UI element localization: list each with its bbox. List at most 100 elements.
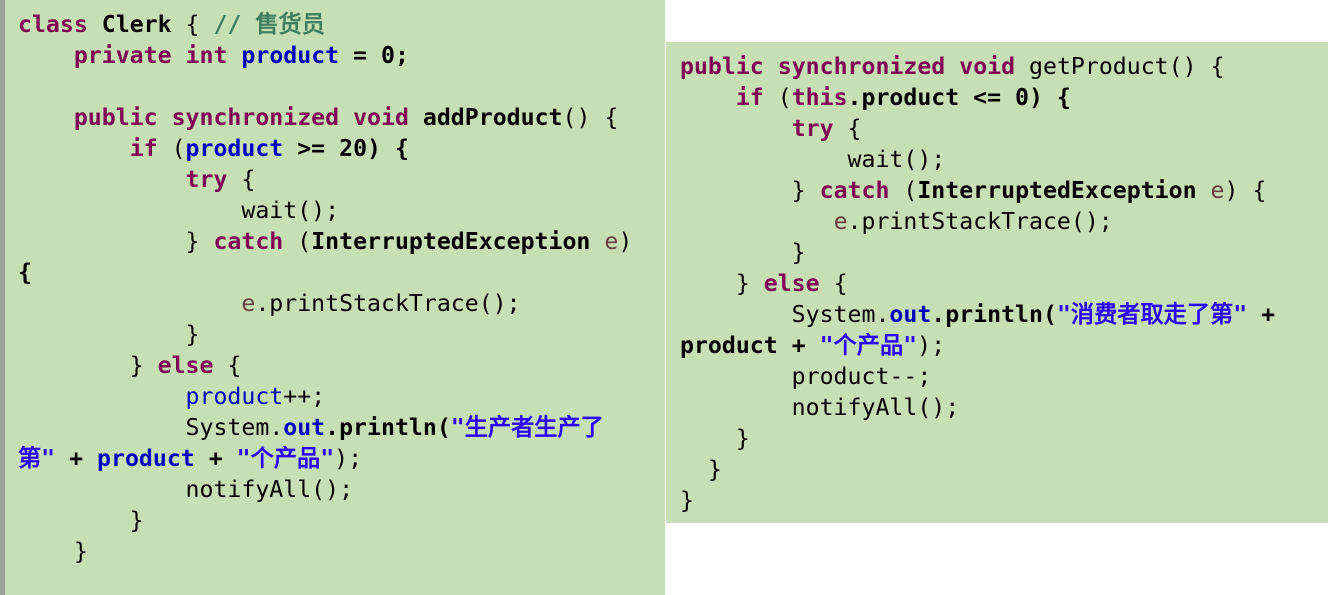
code-line: product++; [18, 383, 326, 410]
code-snippet-get-product: public synchronized void getProduct() { … [666, 42, 1328, 523]
code-token: if [735, 84, 764, 111]
code-token: out [889, 301, 932, 328]
code-token: private [73, 42, 172, 69]
code-line: if (product >= 20) { [18, 135, 409, 162]
code-line: try { [18, 166, 256, 193]
code-token: } [18, 352, 158, 379]
code-token: } [18, 321, 200, 348]
code-token: 第" [18, 445, 56, 472]
code-token: notifyAll(); [680, 394, 960, 421]
code-token: InterruptedException [311, 228, 591, 255]
code-token: } [680, 456, 722, 483]
code-token: public [73, 104, 158, 131]
code-line: e.printStackTrace(); [18, 290, 521, 317]
code-token: .println( [931, 301, 1057, 328]
code-token: product [185, 383, 284, 410]
code-line: if (this.product <= 0) { [680, 84, 1071, 111]
code-token: product [185, 135, 284, 162]
code-token: >= 20) { [283, 135, 409, 162]
code-token: } [680, 487, 694, 514]
code-line: notifyAll(); [18, 476, 354, 503]
code-token: catch [819, 177, 890, 204]
code-token: } [680, 270, 764, 297]
code-token: else [763, 270, 820, 297]
code-token: void [353, 104, 409, 131]
code-line: } [18, 538, 88, 565]
code-line: private int product = 0; [18, 42, 409, 69]
code-token: { [833, 115, 862, 142]
code-token: + [194, 445, 237, 472]
code-token: ( [763, 84, 792, 111]
code-token: System. [18, 414, 284, 441]
code-line: } else { [18, 352, 242, 379]
code-token: = 0; [339, 42, 409, 69]
code-token: e [1210, 177, 1225, 204]
code-line: public synchronized void getProduct() { [680, 53, 1224, 80]
code-line: System.out.println("消费者取走了第" + [680, 301, 1275, 328]
code-token: product [680, 332, 778, 359]
code-token: } [680, 425, 750, 452]
code-token: if [129, 135, 158, 162]
code-line: } [18, 321, 200, 348]
code-line: wait(); [680, 146, 946, 173]
code-block-left: class Clerk { // 售货员 private int product… [18, 9, 632, 567]
code-token: () { [562, 104, 619, 131]
code-token: e [241, 290, 256, 317]
code-token: synchronized [171, 104, 340, 131]
code-token: notifyAll(); [18, 476, 354, 503]
code-line: } [680, 425, 750, 452]
code-line: { [18, 259, 32, 286]
code-line: product--; [680, 363, 932, 390]
code-token: ++; [283, 383, 326, 410]
code-token: .printStackTrace(); [847, 208, 1113, 235]
code-token: this [791, 84, 848, 111]
code-token: InterruptedException [917, 177, 1197, 204]
code-token: } [18, 228, 214, 255]
code-token: .printStackTrace(); [255, 290, 521, 317]
code-token: .product <= 0) { [847, 84, 1071, 111]
code-token: ( [889, 177, 918, 204]
code-token: int [185, 42, 228, 69]
code-token: { [819, 270, 848, 297]
code-token: } [18, 538, 88, 565]
code-token: public [680, 53, 764, 80]
code-token: synchronized [777, 53, 946, 80]
code-token: "个产品" [819, 332, 918, 359]
code-line: 第" + product + "个产品"); [18, 445, 362, 472]
code-token: Clerk [101, 11, 172, 38]
code-token: ) [618, 228, 633, 255]
code-token: try [185, 166, 228, 193]
code-token: ); [334, 445, 363, 472]
code-line: } [680, 487, 694, 514]
code-token: { [213, 352, 242, 379]
code-token: ); [917, 332, 946, 359]
code-line: try { [680, 115, 862, 142]
code-line: } [18, 507, 144, 534]
code-token: "个产品" [236, 445, 335, 472]
code-token: product [97, 445, 195, 472]
code-token: e [833, 208, 848, 235]
code-block-right: public synchronized void getProduct() { … [680, 51, 1275, 516]
code-line: product + "个产品"); [680, 332, 945, 359]
code-token: } [680, 177, 820, 204]
code-line: } catch (InterruptedException e) [18, 228, 633, 255]
code-line: System.out.println("生产者生产了 [18, 414, 604, 441]
code-line: } else { [680, 270, 848, 297]
code-token: + [1247, 301, 1276, 328]
code-token: ( [157, 135, 186, 162]
code-line: } [680, 456, 722, 483]
